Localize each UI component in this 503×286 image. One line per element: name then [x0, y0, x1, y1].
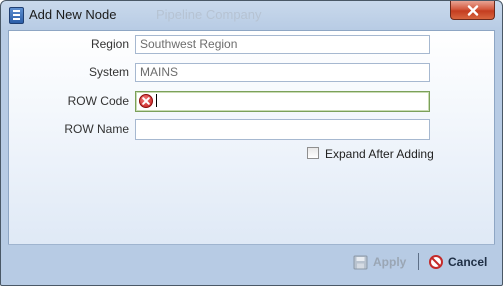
background-window-title: Pipeline Company: [156, 7, 262, 22]
row-code-label: ROW Code: [67, 94, 129, 108]
region-label: Region: [90, 37, 129, 51]
cancel-label: Cancel: [448, 255, 488, 269]
system-field[interactable]: MAINS: [135, 63, 430, 82]
error-icon: [139, 94, 153, 108]
app-list-icon: [9, 7, 24, 24]
close-icon: [467, 4, 478, 16]
row-name-input[interactable]: [135, 119, 430, 140]
text-cursor: [156, 94, 157, 107]
close-button[interactable]: [450, 1, 495, 20]
row-code-input[interactable]: [135, 91, 430, 112]
system-label: System: [88, 65, 129, 79]
footer-divider: [8, 244, 495, 245]
apply-label: Apply: [373, 255, 407, 269]
cancel-icon: [429, 255, 443, 269]
dialog-window: Add New Node Pipeline Company Region Sou…: [0, 0, 503, 286]
expand-after-adding-checkbox[interactable]: [307, 147, 319, 159]
save-icon: [353, 255, 368, 269]
window-title: Add New Node: [29, 7, 117, 22]
form-panel: Region Southwest Region System MAINS ROW…: [8, 30, 495, 245]
title-bar[interactable]: Add New Node Pipeline Company: [1, 1, 502, 30]
cancel-button[interactable]: Cancel: [429, 252, 487, 272]
button-separator: [418, 253, 419, 270]
row-name-label: ROW Name: [64, 122, 129, 136]
expand-after-adding-label[interactable]: Expand After Adding: [325, 147, 434, 161]
apply-button[interactable]: Apply: [353, 252, 406, 272]
region-field[interactable]: Southwest Region: [135, 35, 430, 54]
